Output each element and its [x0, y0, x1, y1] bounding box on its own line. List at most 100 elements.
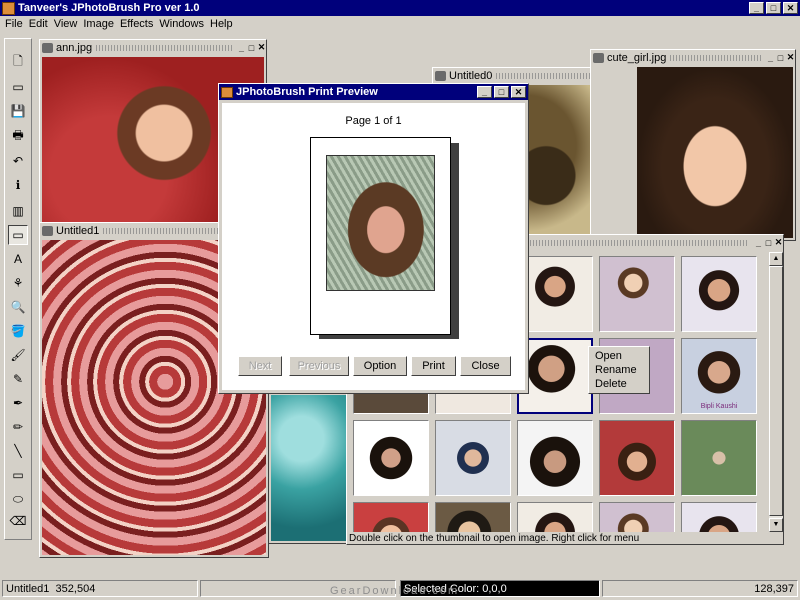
app-title: Tanveer's JPhotoBrush Pro ver 1.0 [18, 2, 200, 14]
menu-help[interactable]: Help [207, 18, 236, 30]
app-title-bar[interactable]: Tanveer's JPhotoBrush Pro ver 1.0 _ □ ✕ [0, 0, 800, 16]
browser-hint: Double click on the thumbnail to open im… [349, 533, 640, 544]
thumbnail[interactable]: Bipli Kaushi [681, 338, 757, 414]
status-window-name: Untitled1 [6, 582, 50, 595]
thumbnail[interactable] [599, 420, 675, 496]
maximize-button[interactable]: □ [494, 86, 509, 98]
window-icon [42, 42, 53, 53]
line-icon[interactable]: ╲ [8, 441, 28, 461]
context-rename[interactable]: Rename [589, 363, 649, 377]
teal-photo[interactable] [271, 395, 347, 541]
menu-windows[interactable]: Windows [156, 18, 207, 30]
thumbnail[interactable] [681, 256, 757, 332]
menu-effects[interactable]: Effects [117, 18, 156, 30]
save-icon[interactable]: 💾 [8, 101, 28, 121]
thumbnail-scrollbar[interactable]: ▲ ▼ [769, 252, 783, 532]
clone-icon[interactable]: ⚘ [8, 273, 28, 293]
close-dialog-button[interactable]: Close [460, 356, 511, 376]
maximize-button[interactable]: □ [247, 43, 256, 53]
print-preview-dialog[interactable]: JPhotoBrush Print Preview _ □ ✕ Page 1 o… [218, 83, 529, 394]
thumbnail[interactable] [599, 502, 675, 532]
thumbnail[interactable] [435, 420, 511, 496]
status-position: Untitled1 352,504 [2, 580, 198, 597]
brush-icon[interactable]: 🖌 [8, 345, 28, 365]
thumbnail[interactable] [435, 502, 511, 532]
thumbnail[interactable] [681, 502, 757, 532]
app-icon [2, 1, 15, 15]
minimize-button[interactable]: _ [749, 2, 764, 14]
close-button[interactable]: ✕ [786, 52, 795, 63]
window-cute-girl-titlebar[interactable]: cute_girl.jpg _ □ ✕ [591, 50, 795, 65]
palette-icon[interactable]: ▥ [8, 201, 28, 221]
fill-icon[interactable]: 🪣 [8, 321, 28, 341]
status-coords: 352,504 [55, 582, 96, 595]
close-button[interactable]: ✕ [774, 237, 783, 248]
thumbnail[interactable] [517, 420, 593, 496]
eraser-icon[interactable]: ⌫ [8, 511, 28, 531]
minimize-button[interactable]: _ [754, 238, 763, 248]
thumbnail[interactable] [517, 502, 593, 532]
pencil-icon[interactable]: ✏ [8, 417, 28, 437]
new-icon[interactable]: 🗋 [8, 51, 28, 71]
scroll-thumb[interactable] [769, 266, 783, 516]
print-preview-title: JPhotoBrush Print Preview [236, 86, 378, 98]
maximize-button[interactable]: □ [766, 2, 781, 14]
print-preview-titlebar[interactable]: JPhotoBrush Print Preview _ □ ✕ [219, 84, 528, 100]
watermark: GearDownload.com [330, 585, 460, 597]
preview-image [326, 155, 435, 291]
window-untitled0-title: Untitled0 [449, 69, 493, 82]
print-icon[interactable]: 🖶 [8, 125, 28, 145]
maximize-button[interactable]: □ [776, 53, 785, 63]
next-button[interactable]: Next [238, 356, 282, 376]
print-button[interactable]: Print [411, 356, 456, 376]
tool-palette: 🗋 ▭ 💾 🖶 ↶ ℹ ▥ ▭ A ⚘ 🔍 🪣 🖌 ✎ ✒ ✏ ╲ ▭ ⬭ ⌫ [4, 38, 32, 540]
menu-view[interactable]: View [51, 18, 81, 30]
minimize-button[interactable]: _ [477, 86, 492, 98]
rectangle-icon[interactable]: ▭ [8, 465, 28, 485]
select-rect-icon[interactable]: ▭ [8, 225, 28, 245]
close-button[interactable]: ✕ [257, 42, 266, 53]
airbrush-icon[interactable]: ✎ [8, 369, 28, 389]
open-icon[interactable]: ▭ [8, 77, 28, 97]
window-icon [435, 70, 446, 81]
option-button[interactable]: Option [353, 356, 407, 376]
menu-bar: File Edit View Image Effects Windows Hel… [0, 16, 800, 32]
window-ann-title: ann.jpg [56, 41, 93, 54]
page-label: Page 1 of 1 [345, 115, 402, 127]
zoom-icon[interactable]: 🔍 [8, 297, 28, 317]
window-cute-girl-title: cute_girl.jpg [607, 51, 667, 64]
menu-image[interactable]: Image [80, 18, 117, 30]
close-button[interactable]: ✕ [511, 86, 526, 98]
dropper-icon[interactable]: ✒ [8, 393, 28, 413]
thumbnail[interactable] [353, 420, 429, 496]
undo-icon[interactable]: ↶ [8, 151, 28, 171]
context-open[interactable]: Open [589, 349, 649, 363]
info-icon[interactable]: ℹ [8, 175, 28, 195]
window-icon [593, 52, 604, 63]
thumbnail[interactable] [599, 256, 675, 332]
context-menu: Open Rename Delete [588, 346, 650, 394]
ellipse-icon[interactable]: ⬭ [8, 489, 28, 509]
window-untitled-teal[interactable] [268, 392, 350, 544]
thumbnail-caption: Bipli Kaushi [700, 403, 738, 410]
minimize-button[interactable]: _ [766, 53, 775, 63]
menu-file[interactable]: File [2, 18, 26, 30]
minimize-button[interactable]: _ [237, 43, 246, 53]
thumbnail[interactable] [353, 502, 429, 532]
text-icon[interactable]: A [8, 249, 28, 269]
context-delete[interactable]: Delete [589, 377, 649, 391]
window-untitled1-title: Untitled1 [56, 224, 100, 237]
window-ann-titlebar[interactable]: ann.jpg _ □ ✕ [40, 40, 266, 55]
menu-edit[interactable]: Edit [26, 18, 51, 30]
scroll-up-arrow[interactable]: ▲ [769, 252, 783, 266]
window-icon [42, 225, 53, 236]
previous-button[interactable]: Previous [289, 356, 349, 376]
window-cute-girl[interactable]: cute_girl.jpg _ □ ✕ [590, 49, 796, 241]
scroll-down-arrow[interactable]: ▼ [769, 518, 783, 532]
thumbnail[interactable] [681, 420, 757, 496]
cute-girl-photo[interactable] [637, 67, 793, 238]
preview-page [310, 137, 451, 335]
close-button[interactable]: ✕ [783, 2, 798, 14]
maximize-button[interactable]: □ [764, 238, 773, 248]
preview-area: Page 1 of 1 Next Previous Option Print C… [222, 103, 525, 390]
